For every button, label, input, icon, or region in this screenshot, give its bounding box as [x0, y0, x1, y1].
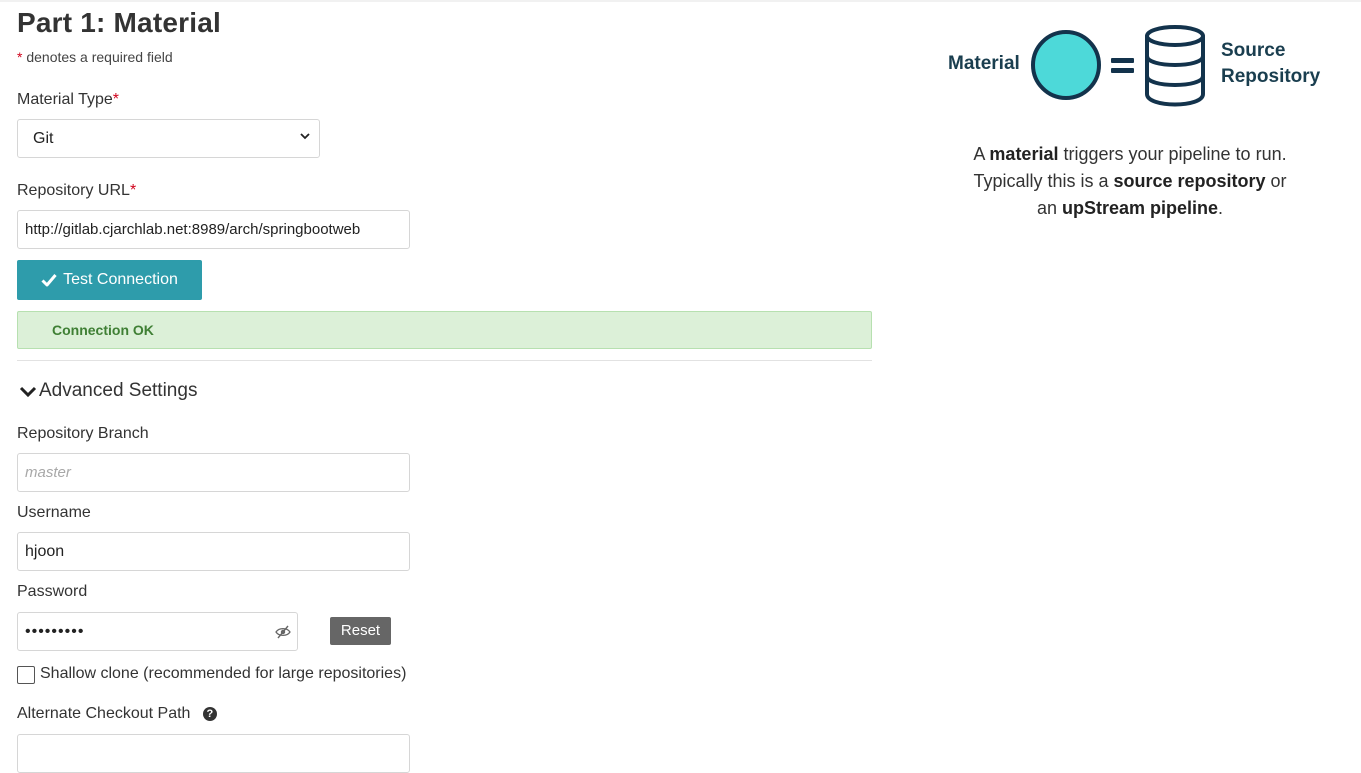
advanced-settings-toggle[interactable]: Advanced Settings	[19, 380, 197, 402]
repo-url-input[interactable]: http://gitlab.cjarchlab.net:8989/arch/sp…	[17, 210, 410, 249]
advanced-settings-label: Advanced Settings	[39, 380, 198, 401]
material-equals-repo-graphic	[1031, 25, 1205, 107]
chevron-down-icon	[300, 133, 310, 140]
database-icon	[1145, 25, 1205, 107]
chevron-down-icon	[19, 386, 37, 398]
username-input[interactable]: hjoon	[17, 532, 410, 571]
password-label: Password	[17, 583, 88, 600]
desc-text: an	[1036, 198, 1062, 218]
desc-text: A	[973, 144, 990, 164]
section-divider	[17, 360, 872, 361]
branch-placeholder: master	[25, 464, 71, 481]
material-description: A material triggers your pipeline to run…	[930, 141, 1330, 222]
repo-url-label: Repository URL*	[17, 182, 136, 200]
desc-bold: material	[989, 144, 1059, 164]
required-note: * denotes a required field	[17, 49, 173, 65]
alt-checkout-label: Alternate Checkout Path ?	[17, 705, 217, 723]
required-star: *	[129, 182, 137, 199]
material-illustration: Material Source Repository	[940, 20, 1340, 120]
desc-text: triggers your pipeline to run.	[1058, 144, 1287, 164]
material-type-label: Material Type*	[17, 91, 119, 109]
required-star: *	[112, 91, 119, 108]
repo-url-label-text: Repository URL	[17, 182, 130, 199]
password-input[interactable]: •••••••••	[17, 612, 298, 651]
username-label: Username	[17, 504, 91, 521]
desc-text: .	[1218, 198, 1224, 218]
eye-slash-icon[interactable]	[275, 625, 291, 639]
username-value: hjoon	[25, 543, 65, 560]
desc-bold: upStream pipeline	[1061, 198, 1219, 218]
description-line-1: A material triggers your pipeline to run…	[930, 141, 1330, 168]
equals-icon	[1111, 58, 1134, 63]
description-line-3: an upStream pipeline.	[930, 195, 1330, 222]
material-type-value: Git	[33, 130, 54, 147]
illustration-source-label: Source Repository	[1221, 38, 1320, 90]
connection-status-alert: Connection OK	[17, 311, 872, 349]
material-type-select[interactable]: Git	[17, 119, 320, 158]
desc-text: Typically this is a	[973, 171, 1114, 191]
test-connection-button[interactable]: Test Connection	[17, 260, 202, 300]
reset-password-button[interactable]: Reset	[330, 617, 391, 645]
top-border	[0, 0, 1361, 2]
required-star: *	[17, 49, 23, 65]
alt-checkout-label-text: Alternate Checkout Path	[17, 705, 191, 722]
password-value: •••••••••	[25, 623, 85, 640]
branch-input[interactable]: master	[17, 453, 410, 492]
desc-bold: source repository	[1113, 171, 1266, 191]
shallow-clone-label: Shallow clone (recommended for large rep…	[40, 664, 407, 682]
alt-checkout-input[interactable]	[17, 734, 410, 773]
material-type-label-text: Material Type	[17, 91, 113, 108]
check-icon	[41, 274, 57, 287]
repo-url-value: http://gitlab.cjarchlab.net:8989/arch/sp…	[25, 221, 361, 238]
illustration-material-label: Material	[948, 53, 1020, 74]
required-note-text: denotes a required field	[26, 49, 173, 65]
branch-label: Repository Branch	[17, 425, 149, 442]
description-line-2: Typically this is a source repository or	[930, 168, 1330, 195]
shallow-clone-checkbox[interactable]	[17, 666, 35, 684]
desc-text: or	[1265, 171, 1287, 191]
test-connection-label: Test Connection	[63, 271, 178, 288]
source-label-line1: Source	[1221, 40, 1286, 61]
question-circle-icon[interactable]: ?	[202, 707, 217, 721]
source-label-line2: Repository	[1221, 66, 1321, 87]
material-config-page: Part 1: Material * denotes a required fi…	[0, 0, 1361, 773]
material-circle-icon	[1031, 30, 1101, 100]
shallow-clone-row: Shallow clone (recommended for large rep…	[17, 663, 406, 684]
page-title: Part 1: Material	[17, 7, 221, 38]
